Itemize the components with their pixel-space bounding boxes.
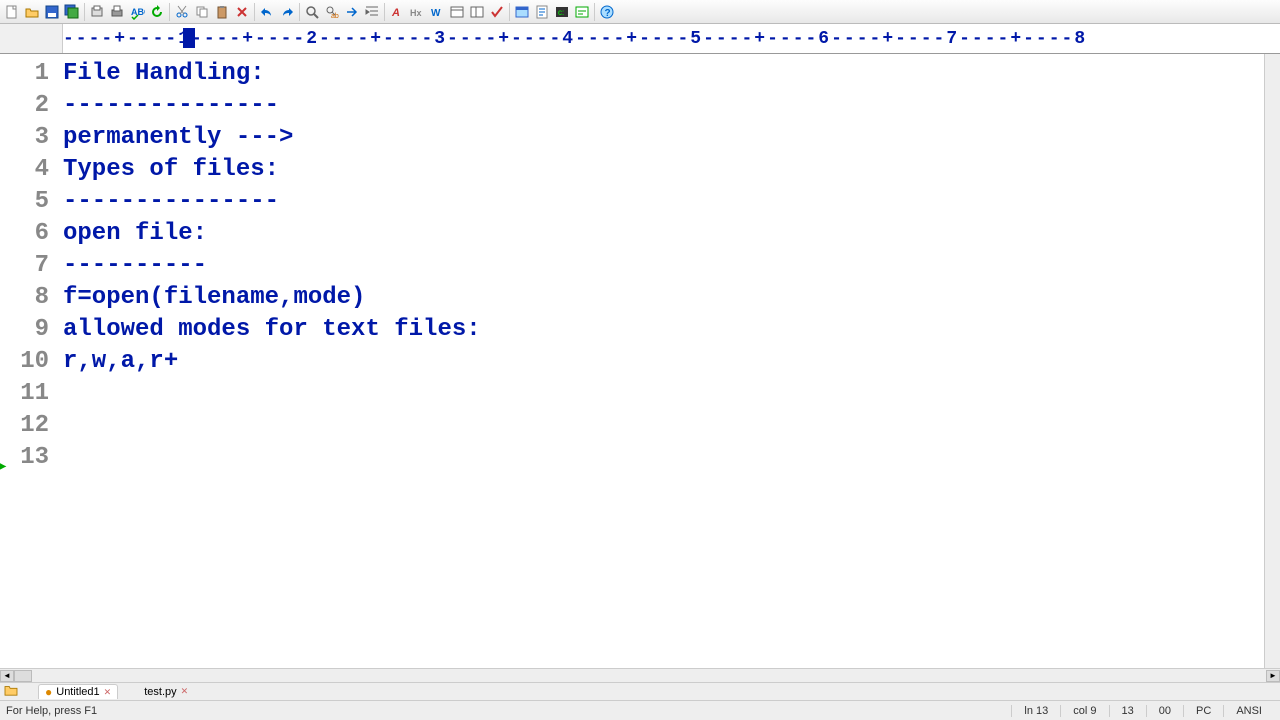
- code-line[interactable]: allowed modes for text files:: [63, 314, 1264, 346]
- print-preview-icon[interactable]: [87, 2, 107, 22]
- print-icon[interactable]: [107, 2, 127, 22]
- line-number-gutter: 123456789101112▶13: [0, 54, 55, 668]
- indent-icon[interactable]: [362, 2, 382, 22]
- code-area[interactable]: File Handling:---------------permanently…: [55, 54, 1264, 668]
- output-icon[interactable]: [572, 2, 592, 22]
- status-col: col 9: [1060, 705, 1108, 717]
- svg-text:c:: c:: [558, 8, 564, 17]
- line-number: 11: [0, 378, 49, 410]
- ruler-text: ----+----1----+----2----+----3----+----4…: [63, 29, 1087, 49]
- ruler-gutter: [0, 24, 63, 53]
- toolbar-separator: [299, 3, 300, 21]
- terminal-icon[interactable]: c:: [552, 2, 572, 22]
- status-encoding: ANSI: [1223, 705, 1274, 717]
- svg-text:?: ?: [605, 8, 611, 19]
- goto-icon[interactable]: [342, 2, 362, 22]
- code-line[interactable]: ---------------: [63, 90, 1264, 122]
- line-number: 7: [0, 250, 49, 282]
- script-icon[interactable]: [532, 2, 552, 22]
- toolbar-separator: [84, 3, 85, 21]
- line-number: 9: [0, 314, 49, 346]
- code-line[interactable]: Types of files:: [63, 154, 1264, 186]
- editor: 123456789101112▶13 File Handling:-------…: [0, 54, 1280, 668]
- close-icon[interactable]: ✕: [181, 686, 189, 697]
- toolbar-separator: [594, 3, 595, 21]
- spell-icon[interactable]: ABC: [127, 2, 147, 22]
- window-icon[interactable]: [512, 2, 532, 22]
- delete-icon[interactable]: [232, 2, 252, 22]
- scroll-right-icon[interactable]: ►: [1266, 670, 1280, 682]
- line-number: 4: [0, 154, 49, 186]
- toolbar: ABC ab A Hx Wc:?: [0, 0, 1280, 24]
- code-line[interactable]: File Handling:: [63, 58, 1264, 90]
- svg-text:ab: ab: [331, 13, 339, 20]
- hex-icon[interactable]: Hx: [407, 2, 427, 22]
- line-number: 12: [0, 410, 49, 442]
- save-icon[interactable]: [42, 2, 62, 22]
- code-line[interactable]: permanently --->: [63, 122, 1264, 154]
- current-line-marker-icon: ▶: [0, 451, 6, 483]
- toolbar-separator: [169, 3, 170, 21]
- word-icon[interactable]: W: [427, 2, 447, 22]
- highlight-icon[interactable]: A: [387, 2, 407, 22]
- tab-label: Untitled1: [56, 686, 99, 698]
- code-line[interactable]: f=open(filename,mode): [63, 282, 1264, 314]
- find-icon[interactable]: [302, 2, 322, 22]
- open-icon[interactable]: [22, 2, 42, 22]
- find-text-icon[interactable]: ab: [322, 2, 342, 22]
- line-number: 3: [0, 122, 49, 154]
- undo-icon[interactable]: [257, 2, 277, 22]
- ruler: ----+----1----+----2----+----3----+----4…: [0, 24, 1280, 54]
- code-line[interactable]: ----------: [63, 250, 1264, 282]
- new-file-icon[interactable]: [2, 2, 22, 22]
- scroll-thumb[interactable]: [14, 670, 32, 682]
- check-icon[interactable]: [487, 2, 507, 22]
- copy-icon[interactable]: [192, 2, 212, 22]
- line-number: 8: [0, 282, 49, 314]
- horizontal-scrollbar[interactable]: ◄ ►: [0, 668, 1280, 682]
- status-help: For Help, press F1: [6, 705, 1011, 717]
- svg-text:A: A: [391, 7, 400, 19]
- line-number: 10: [0, 346, 49, 378]
- status-platform: PC: [1183, 705, 1223, 717]
- help-icon[interactable]: ?: [597, 2, 617, 22]
- status-bar: For Help, press F1 ln 13 col 9 13 00 PC …: [0, 700, 1280, 720]
- close-icon[interactable]: ✕: [104, 687, 112, 698]
- redo-icon[interactable]: [277, 2, 297, 22]
- paste-icon[interactable]: [212, 2, 232, 22]
- ruler-position-marker: [183, 28, 195, 48]
- toolbar-separator: [254, 3, 255, 21]
- tab-label: test.py: [144, 686, 176, 698]
- save-all-icon[interactable]: [62, 2, 82, 22]
- line-number: 2: [0, 90, 49, 122]
- panel-icon[interactable]: [447, 2, 467, 22]
- status-line: ln 13: [1011, 705, 1060, 717]
- vertical-scrollbar[interactable]: [1264, 54, 1280, 668]
- tab-untitled1[interactable]: ● Untitled1 ✕: [38, 684, 118, 699]
- modified-indicator-icon: ●: [45, 685, 52, 699]
- code-line[interactable]: ---------------: [63, 186, 1264, 218]
- line-number: 6: [0, 218, 49, 250]
- status-lines-total: 13: [1109, 705, 1146, 717]
- toolbar-separator: [384, 3, 385, 21]
- code-line[interactable]: r,w,a,r+: [63, 346, 1264, 378]
- scroll-left-icon[interactable]: ◄: [0, 670, 14, 682]
- refresh-icon[interactable]: [147, 2, 167, 22]
- panel2-icon[interactable]: [467, 2, 487, 22]
- ruler-track: ----+----1----+----2----+----3----+----4…: [63, 24, 1280, 53]
- folder-icon[interactable]: [4, 684, 18, 699]
- line-number: 1: [0, 58, 49, 90]
- tab-bar: ● Untitled1 ✕ test.py ✕: [0, 682, 1280, 700]
- line-number: 13: [0, 442, 49, 474]
- line-number: 5: [0, 186, 49, 218]
- code-line[interactable]: open file:: [63, 218, 1264, 250]
- svg-text:Hx: Hx: [410, 8, 422, 18]
- svg-text:W: W: [431, 8, 441, 19]
- tab-test-py[interactable]: test.py ✕: [138, 686, 194, 698]
- toolbar-separator: [509, 3, 510, 21]
- status-sel: 00: [1146, 705, 1183, 717]
- cut-icon[interactable]: [172, 2, 192, 22]
